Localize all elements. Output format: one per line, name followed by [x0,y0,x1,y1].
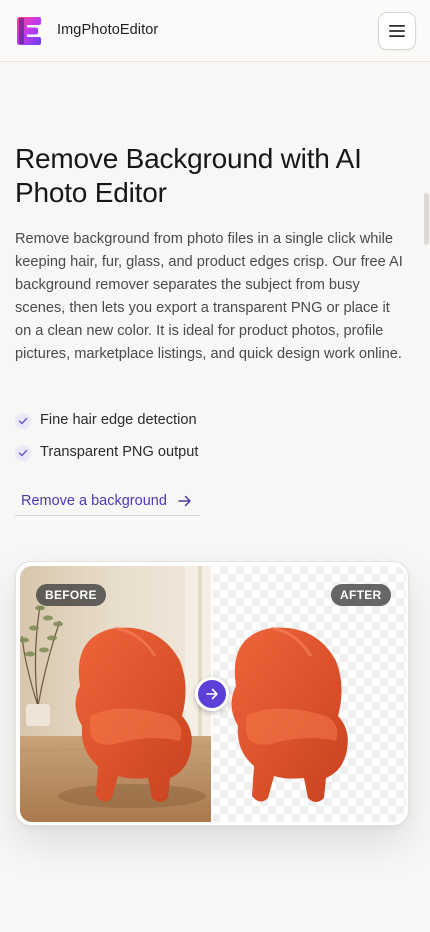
scrollbar-thumb[interactable] [424,193,429,245]
before-badge: BEFORE [36,584,106,606]
page-title: Remove Background with AI Photo Editor [15,143,362,208]
remove-background-link[interactable]: Remove a background [15,488,200,516]
cta-label: Remove a background [21,493,167,509]
feature-label: Transparent PNG output [40,444,199,460]
letter-e-logo-icon[interactable] [15,15,43,47]
arrow-right-icon [206,688,218,700]
brand-name[interactable]: ImgPhotoEditor [57,22,158,38]
arrow-right-icon [178,495,191,507]
check-icon [15,445,31,461]
feature-item: Fine hair edge detection [15,410,275,432]
feature-label: Fine hair edge detection [40,412,197,428]
feature-item: Transparent PNG output [15,442,275,464]
site-header: ImgPhotoEditor [0,0,430,62]
after-badge: AFTER [331,584,391,606]
before-after-comparison: BEFORE AFTER [15,561,409,826]
check-icon [15,413,31,429]
hero-description: Remove background from photo files in a … [15,231,403,362]
menu-button[interactable] [378,12,416,50]
hamburger-menu-icon [389,25,405,37]
comparison-slider-handle[interactable] [195,677,229,711]
